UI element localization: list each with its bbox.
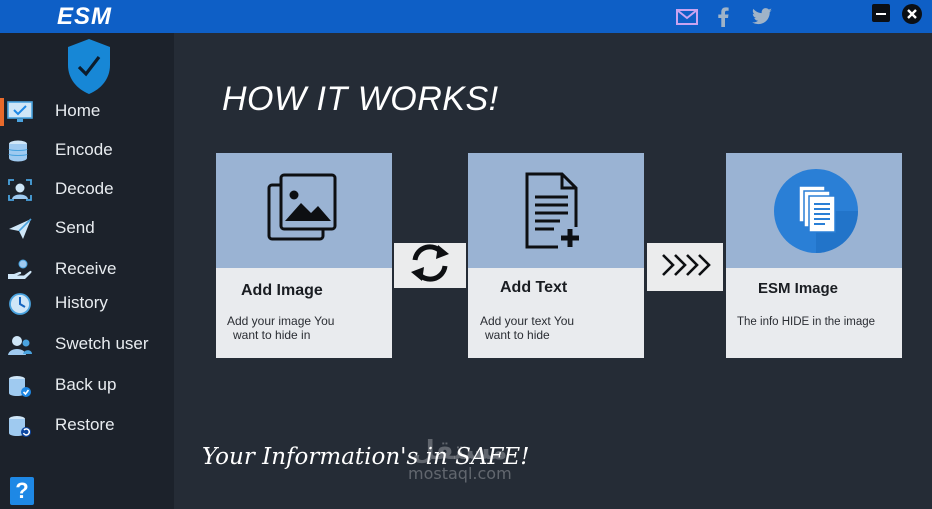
minimize-button[interactable] — [871, 3, 891, 23]
image-gallery-icon — [267, 173, 339, 248]
face-scan-icon — [7, 178, 33, 202]
sidebar-item-label: History — [55, 293, 108, 312]
sidebar-item-decode[interactable]: Decode — [0, 173, 174, 207]
mail-icon[interactable] — [676, 6, 698, 28]
sidebar-item-switch-user[interactable]: Swetch user — [0, 328, 174, 362]
sidebar-item-home[interactable]: Home — [0, 95, 174, 129]
sync-connector — [394, 243, 466, 288]
sidebar-item-label: Home — [55, 101, 101, 120]
step-card-add-image: Add Image Add your image You want to hid… — [216, 153, 392, 358]
page-title: HOW IT WORKS! — [222, 80, 499, 118]
card-title: Add Image — [241, 282, 323, 299]
help-button[interactable]: ? — [10, 477, 34, 505]
step-card-esm-image: ESM Image The info HIDE in the image — [726, 153, 902, 358]
sidebar-item-receive[interactable]: Receive — [0, 253, 174, 287]
sidebar-item-label: Encode — [55, 140, 113, 159]
twitter-icon[interactable] — [751, 6, 773, 28]
card-desc-line: Add your text You — [480, 314, 575, 328]
sidebar-item-send[interactable]: Send — [0, 212, 174, 246]
database-check-icon — [7, 374, 33, 398]
card-desc-line: want to hide — [485, 328, 550, 342]
sidebar-item-label: Swetch user — [55, 334, 149, 353]
sidebar-item-backup[interactable]: Back up — [0, 369, 174, 403]
card-header — [216, 153, 392, 268]
sidebar-item-label: Receive — [55, 259, 117, 278]
sidebar-item-label: Back up — [55, 375, 117, 394]
shield-check-icon — [65, 37, 113, 100]
clock-icon — [7, 292, 33, 316]
watermark-arabic: مستقل — [412, 436, 508, 466]
sidebar-item-history[interactable]: History — [0, 287, 174, 321]
watermark-latin: mostaql.com — [408, 464, 512, 483]
forward-connector — [647, 243, 723, 291]
card-desc-line: Add your image You — [227, 314, 335, 328]
card-title: ESM Image — [758, 280, 839, 297]
paper-plane-icon — [7, 217, 33, 241]
sidebar: Home Encode Decode Send Receive History — [0, 33, 174, 509]
monitor-icon — [7, 100, 33, 124]
sidebar-item-label: Decode — [55, 179, 114, 198]
hand-coin-icon — [7, 258, 33, 282]
sidebar-item-encode[interactable]: Encode — [0, 134, 174, 168]
sync-arrows-icon — [407, 242, 453, 289]
users-icon — [7, 333, 33, 357]
card-header — [468, 153, 644, 268]
watermark: مستقل mostaql.com — [408, 437, 512, 483]
facebook-icon[interactable] — [712, 6, 734, 28]
database-icon — [7, 139, 33, 163]
documents-circle-icon — [773, 168, 859, 259]
chevrons-right-icon — [659, 252, 711, 283]
card-title: Add Text — [500, 279, 568, 296]
database-restore-icon — [7, 414, 33, 438]
sidebar-item-restore[interactable]: Restore — [0, 409, 174, 443]
title-bar: ESM — [0, 0, 932, 33]
app-title: ESM — [57, 3, 113, 30]
card-desc-line: The info HIDE in the image — [737, 316, 876, 328]
card-header — [726, 153, 902, 268]
step-card-add-text: Add Text Add your text You want to hide — [468, 153, 644, 358]
sidebar-item-label: Send — [55, 218, 95, 237]
sidebar-item-label: Restore — [55, 415, 115, 434]
close-button[interactable] — [901, 3, 922, 24]
document-add-icon — [524, 171, 584, 256]
card-desc-line: want to hide in — [233, 328, 311, 342]
